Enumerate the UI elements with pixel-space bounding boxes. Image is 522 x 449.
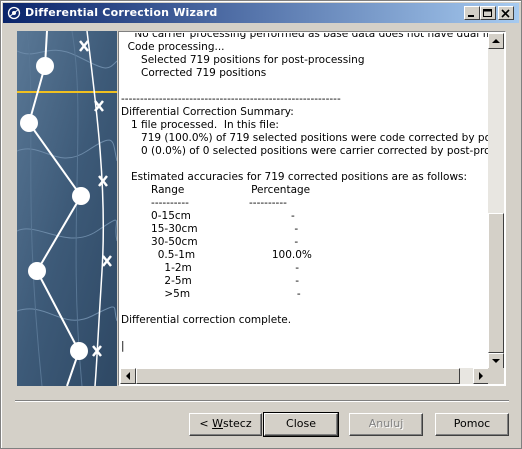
back-button-mnemonic: W <box>212 417 223 430</box>
log-output-text[interactable]: No carrier processing performed as base … <box>121 33 491 370</box>
arrow-left-icon <box>126 372 130 380</box>
log-line: | <box>121 340 125 352</box>
log-line: 1-2m - <box>121 262 300 274</box>
close-window-button[interactable] <box>498 6 514 20</box>
log-line: >5m - <box>121 288 301 300</box>
arrow-down-icon <box>492 359 500 363</box>
scroll-up-button[interactable] <box>488 33 504 49</box>
wizard-window: Differential Correction Wizard No carrie… <box>0 0 522 449</box>
minimize-button[interactable] <box>464 6 480 20</box>
log-line: Corrected 719 positions <box>121 67 267 79</box>
back-button-label: stecz <box>222 417 252 430</box>
cancel-button[interactable]: Anuluj <box>349 413 423 436</box>
vertical-scrollbar[interactable] <box>488 33 504 369</box>
app-icon <box>7 6 21 20</box>
vertical-scroll-thumb[interactable] <box>488 213 504 353</box>
log-line: Range Percentage <box>121 184 311 196</box>
horizontal-scrollbar[interactable] <box>120 368 489 384</box>
scroll-right-button[interactable] <box>473 368 489 384</box>
cancel-button-label: Anuluj <box>368 417 404 430</box>
arrow-right-icon <box>479 372 483 380</box>
log-line: Code processing... <box>121 41 225 53</box>
log-output-box[interactable]: No carrier processing performed as base … <box>118 31 506 386</box>
button-separator <box>15 400 509 402</box>
log-line: 30-50cm - <box>121 236 299 248</box>
scroll-corner <box>488 368 504 384</box>
arrow-up-icon <box>492 39 500 43</box>
back-button-prefix: < <box>199 417 213 430</box>
log-line: 0.5-1m 100.0% <box>121 249 312 261</box>
help-button-label: Pomoc <box>453 417 491 430</box>
minimize-icon <box>468 15 474 17</box>
log-line: Estimated accuracies for 719 corrected p… <box>121 171 468 183</box>
close-button[interactable]: Close <box>263 412 339 437</box>
wizard-side-image <box>17 31 117 386</box>
close-button-label: Close <box>286 417 316 430</box>
help-button[interactable]: Pomoc <box>435 413 509 436</box>
log-line: 15-30cm - <box>121 223 299 235</box>
log-line: 0 (0.0%) of 0 selected positions were ca… <box>121 145 491 157</box>
window-title: Differential Correction Wizard <box>25 6 218 19</box>
log-line: Differential correction complete. <box>121 314 292 326</box>
log-line: 1 file processed. In this file: <box>121 119 279 131</box>
log-line: 2-5m - <box>121 275 300 287</box>
scroll-left-button[interactable] <box>120 368 136 384</box>
log-line: No carrier processing performed as base … <box>121 33 491 40</box>
log-line: 0-15cm - <box>121 210 295 222</box>
close-icon <box>501 9 510 18</box>
log-line: 719 (100.0%) of 719 selected positions w… <box>121 132 491 144</box>
log-line: Differential Correction Summary: <box>121 106 294 118</box>
maximize-icon <box>483 9 492 17</box>
maximize-button[interactable] <box>480 6 496 20</box>
scroll-down-button[interactable] <box>488 353 504 369</box>
log-line: ----------------------------------------… <box>121 93 341 105</box>
back-button[interactable]: < Wstecz <box>189 413 262 436</box>
log-line: ---------- ---------- <box>121 197 287 209</box>
title-bar[interactable]: Differential Correction Wizard <box>3 3 519 23</box>
log-line: Selected 719 positions for post-processi… <box>121 54 365 66</box>
horizontal-scroll-thumb[interactable] <box>136 368 460 384</box>
